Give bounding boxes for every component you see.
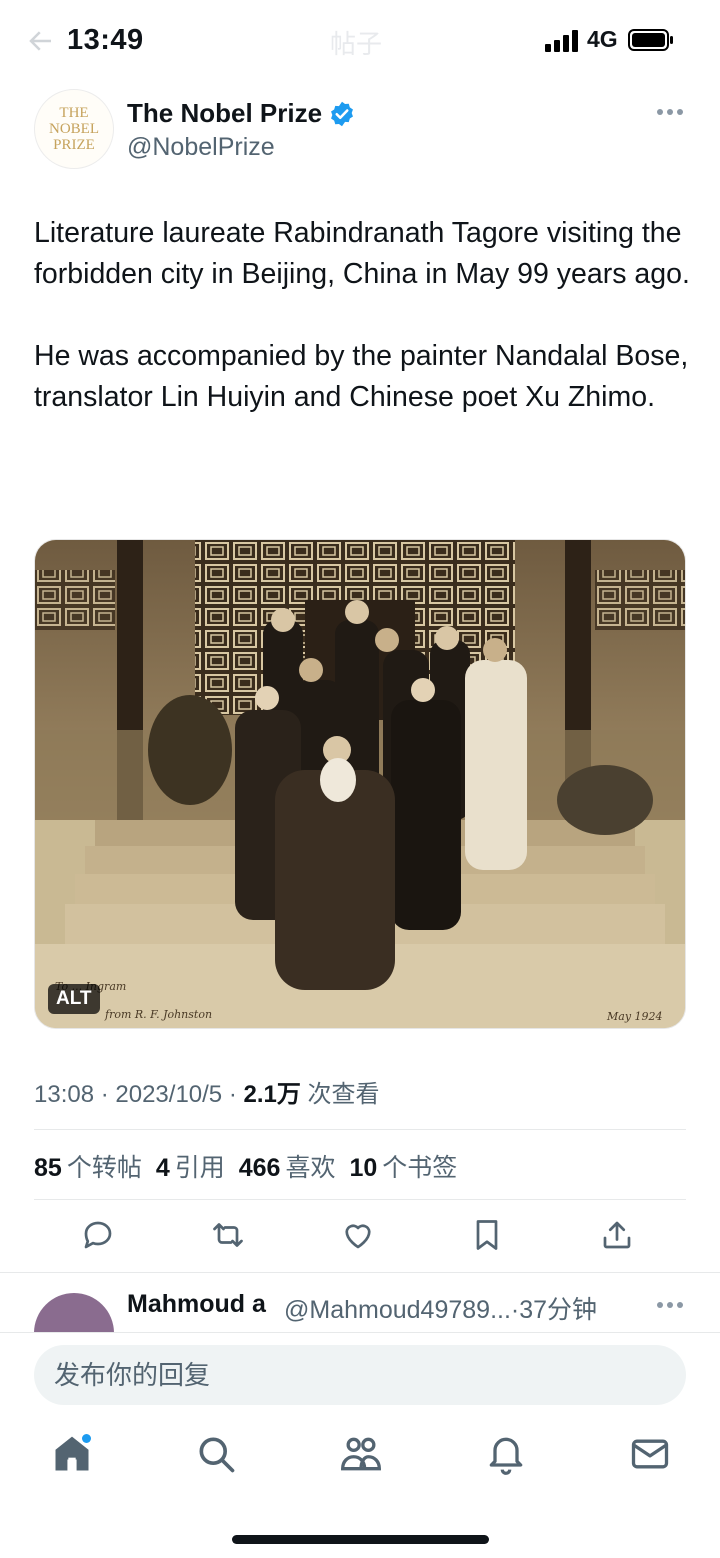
author-avatar[interactable]: THE NOBEL PRIZE [34,89,114,169]
reply-icon[interactable] [80,1215,116,1255]
page-title-ghost: 帖子 [330,29,383,59]
more-options-icon[interactable] [655,104,685,120]
network-label: 4G [587,26,618,52]
avatar-logo-line: THE [59,105,89,121]
divider [34,1129,686,1130]
bottom-nav [0,1432,720,1492]
back-arrow-icon[interactable] [26,26,56,56]
divider [0,1272,720,1273]
tweet-timestamp[interactable]: 13:08 · 2023/10/5 · [34,1081,243,1108]
battery-icon [628,29,673,51]
author-name-row[interactable]: The Nobel Prize [127,98,356,129]
notifications-icon[interactable] [484,1432,528,1476]
reply-author-name[interactable]: Mahmoud a [127,1290,266,1319]
search-icon[interactable] [194,1432,238,1476]
messages-icon[interactable] [628,1432,672,1476]
stat-count: 10 [349,1154,378,1182]
stat-bookmarks[interactable]: 10 个书签 [349,1148,457,1184]
tweet-photo[interactable]: To ... Ingram from R. F. Johnston May 19… [34,539,686,1029]
reply-preview[interactable]: Mahmoud a @Mahmoud49789...·37分钟 [0,1286,720,1332]
author-name[interactable]: The Nobel Prize [127,98,322,129]
reply-author-handle[interactable]: @Mahmoud49789...·37分钟 [284,1290,597,1326]
stat-count: 466 [238,1154,281,1182]
divider [0,1332,720,1333]
author-handle[interactable]: @NobelPrize [127,133,275,162]
engagement-stats: 85 个转帖 4 引用 466 喜欢 10 个书签 [34,1148,457,1184]
svg-text:from R. F. Johnston: from R. F. Johnston [104,1008,212,1021]
reply-input[interactable]: 发布你的回复 [34,1345,686,1405]
stat-count: 4 [155,1154,170,1182]
tweet-text: Literature laureate Rabindranath Tagore … [34,213,690,459]
stat-count: 85 [34,1154,62,1182]
stat-label: 喜欢 [285,1154,336,1182]
stat-label: 个转帖 [66,1154,142,1182]
view-count-label: 次查看 [300,1081,380,1108]
stat-retweets[interactable]: 85 个转帖 [34,1148,142,1184]
communities-icon[interactable] [339,1432,383,1476]
svg-text:May 1924: May 1924 [606,1010,663,1023]
home-indicator [232,1535,489,1544]
home-unread-dot [82,1434,91,1443]
like-icon[interactable] [340,1215,376,1255]
more-options-icon[interactable] [655,1298,685,1312]
stat-label: 个书签 [382,1154,458,1182]
avatar-logo-line: NOBEL [49,121,99,137]
status-bar: 13:49 帖子 4G [0,0,720,82]
divider [34,1199,686,1200]
stat-likes[interactable]: 466 喜欢 [239,1148,336,1184]
tweet-meta: 13:08 · 2023/10/5 · 2.1万 次查看 [34,1074,380,1109]
avatar-logo-line: PRIZE [53,137,95,153]
bookmark-icon[interactable] [469,1215,505,1255]
status-time: 13:49 [67,24,144,56]
verified-badge-icon [331,101,354,126]
view-count: 2.1万 [243,1081,301,1108]
alt-text-badge[interactable]: ALT [48,984,100,1014]
reply-avatar[interactable] [34,1293,114,1332]
stat-label: 引用 [174,1154,225,1182]
sepia-group-photo: To ... Ingram from R. F. Johnston May 19… [35,540,685,1028]
tweet-paragraph: He was accompanied by the painter Nandal… [34,340,689,413]
tweet-paragraph: Literature laureate Rabindranath Tagore … [34,217,690,290]
tweet-actions [0,1215,720,1259]
signal-icon [545,30,578,52]
stat-quotes[interactable]: 4 引用 [156,1148,225,1184]
retweet-icon[interactable] [210,1215,246,1255]
share-icon[interactable] [599,1215,635,1255]
